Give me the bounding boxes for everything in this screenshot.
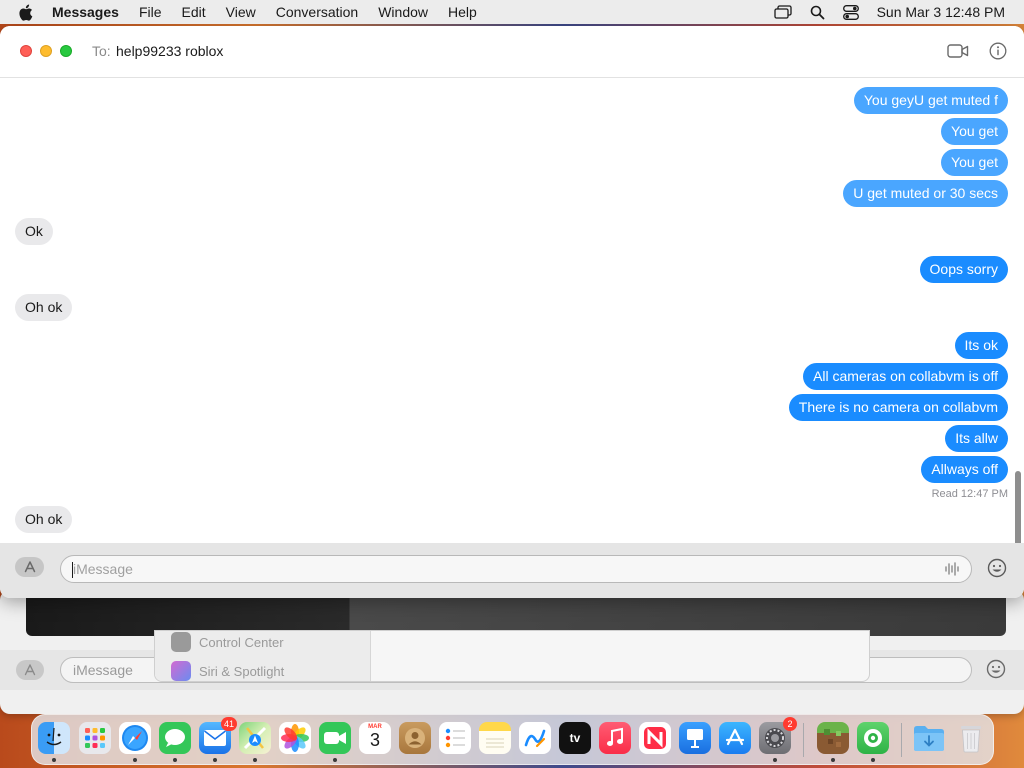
freeform-icon[interactable]	[519, 722, 551, 754]
background-settings-item: Control Center	[171, 631, 284, 653]
message-bubble-sent[interactable]: Its ok	[954, 332, 1008, 359]
running-indicator	[871, 758, 875, 762]
running-indicator	[52, 758, 56, 762]
info-icon[interactable]	[987, 40, 1009, 62]
messages-icon[interactable]	[159, 722, 191, 754]
facetime-icon[interactable]	[319, 722, 351, 754]
appletv-label: tv	[569, 731, 581, 745]
finder-icon[interactable]	[38, 722, 70, 754]
control-center-icon[interactable]	[842, 4, 859, 20]
mail-unread-badge: 41	[220, 717, 237, 731]
transcript-scrollbar[interactable]	[1015, 471, 1021, 543]
message-bubble-sent[interactable]: Allways off	[921, 456, 1008, 483]
title-bar: To: help99233 roblox	[0, 26, 1024, 78]
appstore-icon[interactable]	[719, 722, 751, 754]
menu-clock[interactable]: Sun Mar 3 12:48 PM	[877, 4, 1005, 20]
contacts-icon[interactable]	[399, 722, 431, 754]
apple-menu-icon[interactable]	[18, 4, 36, 21]
close-window-button[interactable]	[20, 45, 32, 57]
menu-window[interactable]: Window	[378, 4, 428, 20]
running-indicator	[253, 758, 257, 762]
calendar-day: 3	[369, 730, 380, 750]
zoom-window-button[interactable]	[60, 45, 72, 57]
menu-edit[interactable]: Edit	[182, 4, 206, 20]
running-indicator	[831, 758, 835, 762]
system-settings-icon[interactable]: 2	[759, 717, 797, 754]
minimize-window-button[interactable]	[40, 45, 52, 57]
audio-message-icon[interactable]	[943, 560, 961, 578]
menu-view[interactable]: View	[226, 4, 256, 20]
read-receipt: Read 12:47 PM	[931, 488, 1008, 500]
trash-icon[interactable]	[955, 722, 987, 754]
facetime-video-icon[interactable]	[946, 40, 970, 62]
menu-file[interactable]: File	[139, 4, 162, 20]
message-input-placeholder: iMessage	[73, 561, 133, 577]
spotlight-search-icon[interactable]	[810, 5, 825, 20]
message-bubble-sent[interactable]: You get	[941, 149, 1008, 176]
message-bubble-sent[interactable]: All cameras on collabvm is off	[803, 363, 1008, 390]
running-indicator	[173, 758, 177, 762]
calendar-icon[interactable]: MAR 3	[359, 722, 391, 754]
message-transcript[interactable]: You geyU get muted f You get You get U g…	[0, 79, 1024, 543]
screen-mirroring-icon[interactable]	[773, 5, 792, 19]
dock-separator	[803, 723, 804, 757]
apps-button[interactable]	[15, 557, 44, 577]
keynote-icon[interactable]	[679, 722, 711, 754]
menu-conversation[interactable]: Conversation	[276, 4, 359, 20]
dock-separator	[901, 723, 902, 757]
background-settings-window: Control Center Siri & Spotlight	[154, 630, 870, 682]
message-bubble-received[interactable]: Ok	[15, 218, 53, 245]
siri-icon	[171, 661, 191, 681]
message-bubble-received[interactable]: Oh ok	[15, 294, 73, 321]
running-indicator	[213, 758, 217, 762]
mail-icon[interactable]: 41	[199, 717, 237, 754]
notes-icon[interactable]	[479, 722, 511, 754]
background-settings-label: Control Center	[199, 634, 284, 650]
recipient-name[interactable]: help99233 roblox	[116, 43, 223, 59]
message-bubble-sent[interactable]: You geyU get muted f	[853, 87, 1008, 114]
background-settings-item: Siri & Spotlight	[171, 660, 285, 681]
message-bubble-sent[interactable]: Its allw	[945, 425, 1008, 452]
message-bubble-sent[interactable]: U get muted or 30 secs	[843, 180, 1008, 207]
menu-bar: Messages File Edit View Conversation Win…	[0, 0, 1024, 24]
running-indicator	[773, 758, 777, 762]
messages-window: To: help99233 roblox You geyU get muted …	[0, 26, 1024, 598]
background-apps-icon	[16, 660, 44, 680]
settings-update-badge: 2	[783, 717, 797, 731]
message-input[interactable]: iMessage	[60, 555, 972, 583]
minecraft-icon[interactable]	[817, 722, 849, 754]
menu-help[interactable]: Help	[448, 4, 477, 20]
background-settings-label: Siri & Spotlight	[199, 663, 285, 679]
safari-icon[interactable]	[119, 722, 151, 754]
appletv-icon[interactable]: tv	[559, 722, 591, 754]
running-indicator	[133, 758, 137, 762]
news-icon[interactable]	[639, 722, 671, 754]
menu-app-name[interactable]: Messages	[52, 4, 119, 20]
reminders-icon[interactable]	[439, 722, 471, 754]
findmy-icon[interactable]	[857, 722, 889, 754]
message-bubble-received[interactable]: Oh ok	[15, 506, 73, 533]
control-center-settings-icon	[171, 632, 191, 652]
launchpad-icon[interactable]	[79, 722, 111, 754]
to-label: To:	[92, 43, 111, 59]
running-indicator	[333, 758, 337, 762]
message-bubble-sent[interactable]: Oops sorry	[919, 256, 1008, 283]
composer-bar: iMessage	[0, 543, 1024, 598]
photos-icon[interactable]	[279, 722, 311, 754]
dock: 41 MAR 3 tv 2	[31, 714, 994, 765]
music-icon[interactable]	[599, 722, 631, 754]
emoji-picker-icon[interactable]	[986, 557, 1008, 579]
message-bubble-sent[interactable]: There is no camera on collabvm	[788, 394, 1008, 421]
message-bubble-sent[interactable]: You get	[941, 118, 1008, 145]
maps-icon[interactable]	[239, 722, 271, 754]
background-emoji-icon	[986, 659, 1006, 684]
downloads-folder-icon[interactable]	[913, 722, 945, 754]
